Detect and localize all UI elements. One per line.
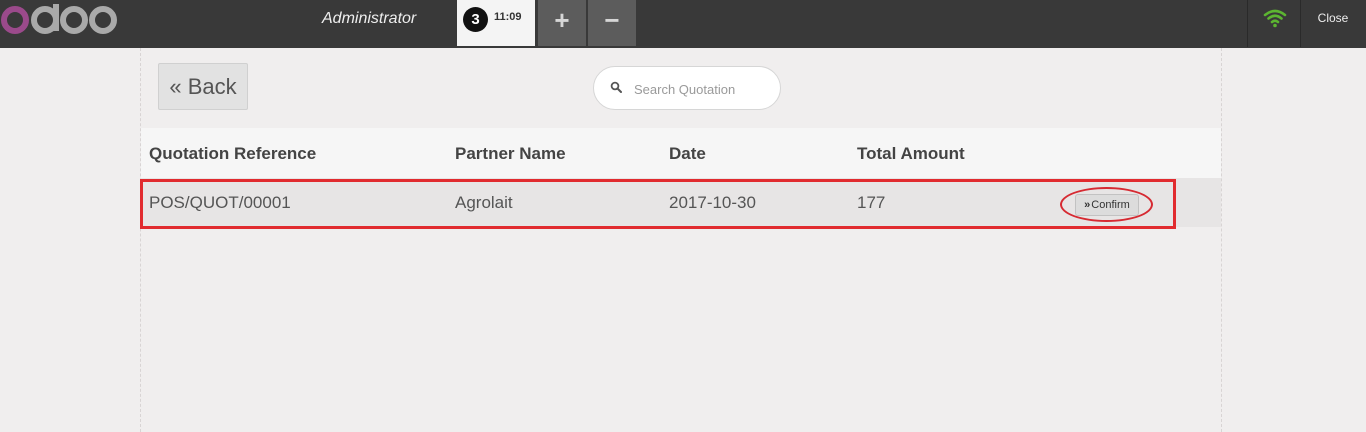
double-chevron-right-icon: »: [1084, 199, 1091, 211]
back-button[interactable]: « Back: [158, 63, 248, 110]
quotation-reference: POS/QUOT/00001: [149, 193, 291, 212]
search-icon: [610, 81, 622, 93]
add-order-button[interactable]: +: [538, 0, 586, 46]
total-amount: 177: [857, 193, 886, 212]
confirm-label: Confirm: [1091, 199, 1130, 211]
column-header-date: Date: [669, 144, 706, 163]
search-box[interactable]: [593, 66, 781, 110]
order-time: 11:09: [494, 11, 522, 23]
odoo-logo: [1, 4, 117, 34]
search-input[interactable]: [632, 75, 776, 103]
order-sequence-badge: 3: [463, 7, 488, 32]
wifi-icon: [1263, 9, 1287, 28]
order-tab[interactable]: 3 11:09: [457, 0, 535, 46]
quotation-date: 2017-10-30: [669, 193, 756, 212]
column-header-partner: Partner Name: [455, 144, 566, 163]
table-row[interactable]: POS/QUOT/00001 Agrolait 2017-10-30 177 »…: [141, 178, 1221, 227]
cashier-name[interactable]: Administrator: [322, 0, 416, 40]
column-header-total: Total Amount: [857, 144, 965, 163]
top-bar: Administrator 3 11:09 + − Close: [0, 0, 1366, 48]
quotation-list-screen: « Back Quotation Reference Partner Name …: [140, 48, 1222, 432]
table-header: Quotation Reference Partner Name Date To…: [141, 128, 1221, 178]
confirm-button[interactable]: »Confirm: [1075, 194, 1139, 216]
remove-order-button[interactable]: −: [588, 0, 636, 46]
connection-status[interactable]: [1247, 0, 1301, 47]
partner-name: Agrolait: [455, 193, 513, 212]
column-header-reference: Quotation Reference: [149, 144, 317, 163]
close-button[interactable]: Close: [1300, 0, 1366, 40]
